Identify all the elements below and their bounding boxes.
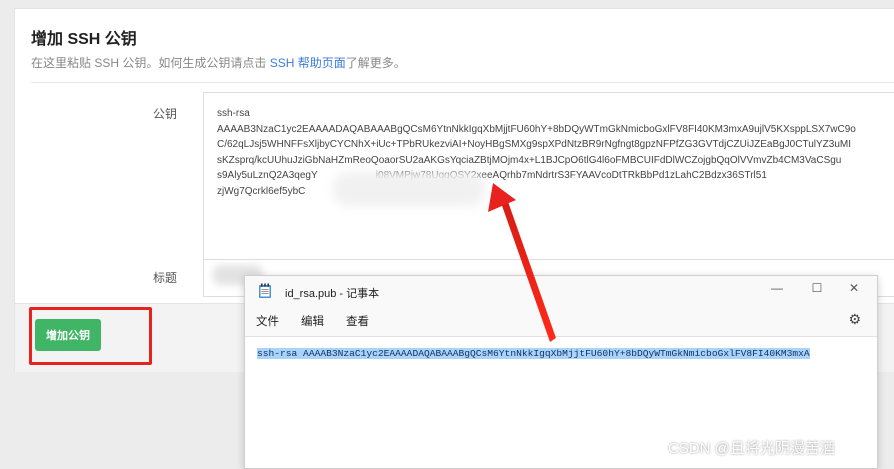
menu-view[interactable]: 查看 [346, 313, 369, 329]
gear-icon[interactable]: ⚙ [848, 311, 861, 328]
notepad-titlebar[interactable]: id_rsa.pub - 记事本 — ☐ ✕ [245, 276, 877, 306]
notepad-window-title: id_rsa.pub - 记事本 [285, 288, 380, 300]
public-key-label: 公钥 [153, 107, 178, 121]
ssh-help-link[interactable]: SSH 帮助页面 [270, 56, 346, 70]
minimize-icon[interactable]: — [767, 281, 787, 295]
selected-key-text[interactable]: ssh-rsa AAAAB3NzaC1yc2EAAAADAQABAAABgQCs… [257, 348, 810, 359]
page-subtitle: 在这里粘贴 SSH 公钥。如何生成公钥请点击 SSH 帮助页面了解更多。 [31, 54, 406, 71]
menu-file[interactable]: 文件 [256, 313, 279, 329]
redacted-blur [333, 172, 485, 206]
csdn-watermark: CSDN @且将光阴漫苦酒 [668, 440, 835, 457]
notepad-menubar: 文件 编辑 查看 ⚙ [245, 308, 877, 336]
title-label: 标题 [153, 271, 178, 285]
notepad-icon [258, 283, 272, 304]
subtitle-suffix: 了解更多。 [345, 56, 406, 70]
page-title: 增加 SSH 公钥 [31, 31, 137, 48]
button-highlight-box [29, 307, 152, 365]
public-key-textarea[interactable]: ssh-rsa AAAAB3NzaC1yc2EAAAADAQABAAABgQCs… [203, 92, 894, 273]
maximize-icon[interactable]: ☐ [807, 281, 827, 295]
menu-edit[interactable]: 编辑 [301, 313, 324, 329]
header-divider [31, 82, 894, 83]
subtitle-prefix: 在这里粘贴 SSH 公钥。如何生成公钥请点击 [31, 56, 270, 70]
close-icon[interactable]: ✕ [844, 281, 864, 295]
